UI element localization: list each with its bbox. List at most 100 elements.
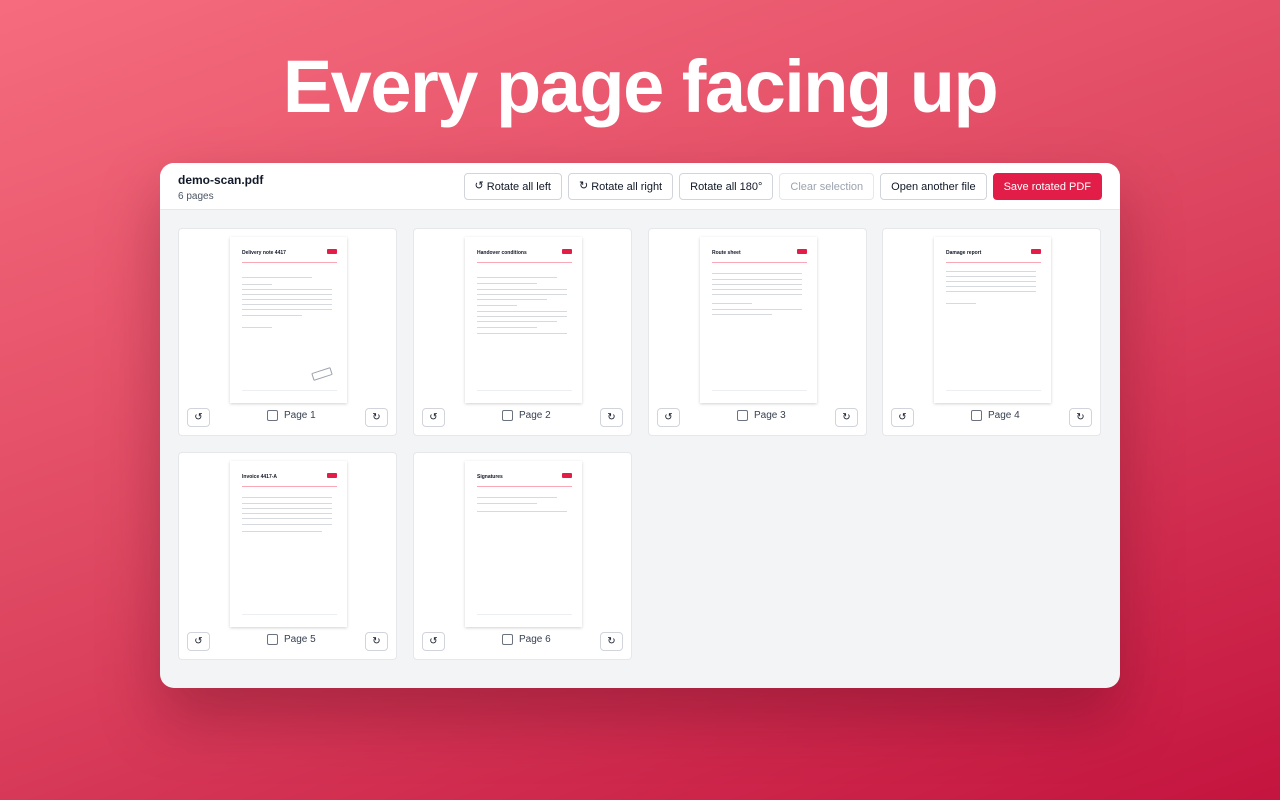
thumbnail-text-line xyxy=(477,327,537,328)
thumbnail-text-line xyxy=(477,511,567,512)
thumbnail-text-line xyxy=(946,303,976,304)
page-label: Page 6 xyxy=(519,634,551,645)
rotate-page-right-button[interactable]: ↻ xyxy=(365,408,388,427)
rotate-page-left-button[interactable]: ↺ xyxy=(657,408,680,427)
thumbnail-footer xyxy=(712,390,807,391)
page-checkbox[interactable] xyxy=(267,410,278,421)
page-card[interactable]: Signatures ↺ Page 6 ↻ xyxy=(413,452,632,660)
page-select[interactable]: Page 3 xyxy=(737,410,786,421)
thumbnail-text-line xyxy=(242,508,332,509)
page-card[interactable]: Delivery note 4417 ↺ Page 1 ↻ xyxy=(178,228,397,436)
thumbnail-text-line xyxy=(712,284,802,285)
page-thumbnail[interactable]: Delivery note 4417 xyxy=(230,237,347,403)
page-checkbox[interactable] xyxy=(502,634,513,645)
thumbnail-tag xyxy=(1031,249,1041,254)
page-checkbox[interactable] xyxy=(502,410,513,421)
thumbnail-stamp xyxy=(311,367,333,381)
page-thumbnail[interactable]: Route sheet xyxy=(700,237,817,403)
thumbnail-tag xyxy=(562,473,572,478)
page-label: Page 5 xyxy=(284,634,316,645)
rotate-all-left-button[interactable]: ↺ Rotate all left xyxy=(463,173,562,200)
page-checkbox[interactable] xyxy=(971,410,982,421)
thumbnail-text-line xyxy=(242,284,272,285)
page-label: Page 4 xyxy=(988,410,1020,421)
rotate-page-right-button[interactable]: ↻ xyxy=(365,632,388,651)
thumbnail-title: Damage report xyxy=(946,250,982,256)
save-rotated-pdf-button[interactable]: Save rotated PDF xyxy=(992,173,1102,200)
rotate-page-right-button[interactable]: ↻ xyxy=(600,632,623,651)
rotate-left-icon: ↺ xyxy=(474,180,484,192)
page-checkbox[interactable] xyxy=(737,410,748,421)
page-thumbnail[interactable]: Signatures xyxy=(465,461,582,627)
thumbnail-tag xyxy=(327,249,337,254)
rotate-right-icon: ↻ xyxy=(1076,412,1085,423)
thumbnail-text-line xyxy=(712,294,802,295)
rotate-right-icon: ↻ xyxy=(842,412,851,423)
clear-selection-button[interactable]: Clear selection xyxy=(779,173,875,200)
page-controls: ↺ Page 3 ↻ xyxy=(657,408,858,428)
thumbnail-tag xyxy=(797,249,807,254)
thumbnail-text-line xyxy=(477,277,557,278)
thumbnail-text-line xyxy=(242,513,332,514)
rotate-page-left-button[interactable]: ↺ xyxy=(422,632,445,651)
page-card[interactable]: Handover conditions ↺ Page 2 ↻ xyxy=(413,228,632,436)
rotate-page-right-button[interactable]: ↻ xyxy=(1069,408,1092,427)
rotate-all-180-button[interactable]: Rotate all 180° xyxy=(679,173,774,200)
rotate-left-icon: ↺ xyxy=(664,412,673,423)
page-label: Page 1 xyxy=(284,410,316,421)
page-thumbnail[interactable]: Invoice 4417-A xyxy=(230,461,347,627)
page-select[interactable]: Page 6 xyxy=(502,634,551,645)
page-select[interactable]: Page 4 xyxy=(971,410,1020,421)
rotate-page-left-button[interactable]: ↺ xyxy=(422,408,445,427)
thumbnail-text-line xyxy=(242,503,332,504)
page-card[interactable]: Damage report ↺ Page 4 ↻ xyxy=(882,228,1101,436)
page-select[interactable]: Page 5 xyxy=(267,634,316,645)
thumbnail-text-line xyxy=(477,316,567,317)
thumbnail-title: Signatures xyxy=(477,474,503,480)
thumbnail-text-line xyxy=(712,273,802,274)
rotate-right-icon: ↻ xyxy=(607,412,616,423)
page-select[interactable]: Page 2 xyxy=(502,410,551,421)
thumbnail-text-line xyxy=(477,321,557,322)
rotate-all-right-button[interactable]: ↻ Rotate all right xyxy=(567,173,674,200)
save-rotated-pdf-label: Save rotated PDF xyxy=(1003,180,1091,193)
thumbnail-footer xyxy=(477,614,572,615)
thumbnail-text-line xyxy=(946,286,1036,287)
page-label: Page 2 xyxy=(519,410,551,421)
rotate-right-icon: ↻ xyxy=(607,636,616,647)
page-checkbox[interactable] xyxy=(267,634,278,645)
thumbnail-text-line xyxy=(946,271,1036,272)
thumbnail-rule xyxy=(242,486,337,487)
rotate-page-left-button[interactable]: ↺ xyxy=(187,408,210,427)
rotate-right-icon: ↻ xyxy=(372,636,381,647)
thumbnail-tag xyxy=(562,249,572,254)
thumbnail-text-line xyxy=(712,279,802,280)
top-bar: demo-scan.pdf 6 pages ↺ Rotate all left … xyxy=(160,163,1120,210)
page-count: 6 pages xyxy=(178,191,214,202)
thumbnail-text-line xyxy=(477,305,517,306)
rotate-left-icon: ↺ xyxy=(429,636,438,647)
thumbnail-text-line xyxy=(242,497,332,498)
thumbnail-title: Delivery note 4417 xyxy=(242,250,286,256)
thumbnail-text-line xyxy=(946,276,1036,277)
rotate-right-icon: ↻ xyxy=(578,180,589,192)
thumbnail-text-line xyxy=(712,289,802,290)
thumbnail-rule xyxy=(477,486,572,487)
thumbnail-rule xyxy=(242,262,337,263)
page-card[interactable]: Route sheet ↺ Page 3 ↻ xyxy=(648,228,867,436)
page-thumbnail[interactable]: Damage report xyxy=(934,237,1051,403)
thumbnail-text-line xyxy=(477,283,537,284)
open-another-file-button[interactable]: Open another file xyxy=(880,173,987,200)
rotate-page-left-button[interactable]: ↺ xyxy=(891,408,914,427)
page-controls: ↺ Page 4 ↻ xyxy=(891,408,1092,428)
rotate-page-right-button[interactable]: ↻ xyxy=(600,408,623,427)
page-card[interactable]: Invoice 4417-A ↺ Page 5 ↻ xyxy=(178,452,397,660)
page-select[interactable]: Page 1 xyxy=(267,410,316,421)
page-thumbnail[interactable]: Handover conditions xyxy=(465,237,582,403)
thumbnail-text-line xyxy=(946,291,1036,292)
thumbnail-text-line xyxy=(242,294,332,295)
rotate-page-left-button[interactable]: ↺ xyxy=(187,632,210,651)
page-controls: ↺ Page 1 ↻ xyxy=(187,408,388,428)
thumbnail-title: Route sheet xyxy=(712,250,741,256)
rotate-page-right-button[interactable]: ↻ xyxy=(835,408,858,427)
